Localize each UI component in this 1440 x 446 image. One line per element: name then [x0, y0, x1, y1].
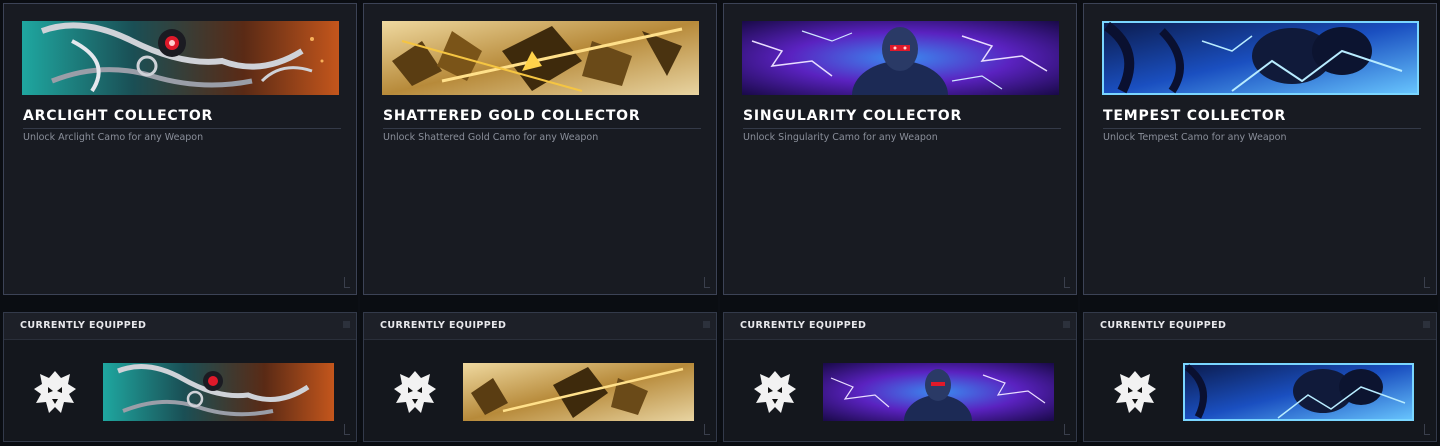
wolf-emblem-icon: [390, 369, 440, 419]
equipped-panel: CURRENTLY EQUIPPED: [363, 312, 717, 442]
equipped-label: CURRENTLY EQUIPPED: [380, 320, 507, 331]
collector-card-arclight[interactable]: ARCLIGHT COLLECTOR Unlock Arclight Camo …: [3, 3, 357, 295]
equipped-singularity-banner: [823, 363, 1054, 421]
equipped-header: CURRENTLY EQUIPPED: [1084, 313, 1436, 340]
card-title: TEMPEST COLLECTOR: [1103, 108, 1421, 129]
shattered-gold-banner-image: [382, 21, 699, 95]
header-marker: [343, 321, 350, 328]
corner-decoration: [344, 424, 350, 435]
corner-decoration: [1064, 424, 1070, 435]
collector-card-shattered-gold[interactable]: SHATTERED GOLD COLLECTOR Unlock Shattere…: [363, 3, 717, 295]
equipped-arclight-banner: [103, 363, 334, 421]
equipped-label: CURRENTLY EQUIPPED: [1100, 320, 1227, 331]
card-title: ARCLIGHT COLLECTOR: [23, 108, 341, 129]
wolf-emblem-icon: [1110, 369, 1160, 419]
equipped-panel: CURRENTLY EQUIPPED: [1083, 312, 1437, 442]
wolf-emblem-icon: [750, 369, 800, 419]
equipped-label: CURRENTLY EQUIPPED: [740, 320, 867, 331]
tempest-banner-image: [1102, 21, 1419, 95]
collector-column-tempest: TEMPEST COLLECTOR Unlock Tempest Camo fo…: [1080, 0, 1438, 446]
corner-decoration: [344, 277, 350, 288]
header-marker: [703, 321, 710, 328]
equipped-shattered-gold-banner: [463, 363, 694, 421]
equipped-header: CURRENTLY EQUIPPED: [724, 313, 1076, 340]
collector-column-shattered-gold: SHATTERED GOLD COLLECTOR Unlock Shattere…: [360, 0, 718, 446]
singularity-banner-image: [742, 21, 1059, 95]
corner-decoration: [1424, 277, 1430, 288]
arclight-banner-image: [22, 21, 339, 95]
wolf-emblem-icon: [30, 369, 80, 419]
corner-decoration: [1424, 424, 1430, 435]
card-title: SINGULARITY COLLECTOR: [743, 108, 1061, 129]
corner-decoration: [704, 424, 710, 435]
card-description: Unlock Singularity Camo for any Weapon: [743, 132, 938, 143]
equipped-panel: CURRENTLY EQUIPPED: [3, 312, 357, 442]
collector-card-singularity[interactable]: SINGULARITY COLLECTOR Unlock Singularity…: [723, 3, 1077, 295]
header-marker: [1423, 321, 1430, 328]
equipped-header: CURRENTLY EQUIPPED: [364, 313, 716, 340]
card-description: Unlock Arclight Camo for any Weapon: [23, 132, 204, 143]
equipped-label: CURRENTLY EQUIPPED: [20, 320, 147, 331]
equipped-panel: CURRENTLY EQUIPPED: [723, 312, 1077, 442]
card-title: SHATTERED GOLD COLLECTOR: [383, 108, 701, 129]
corner-decoration: [704, 277, 710, 288]
collector-card-tempest[interactable]: TEMPEST COLLECTOR Unlock Tempest Camo fo…: [1083, 3, 1437, 295]
collector-column-singularity: SINGULARITY COLLECTOR Unlock Singularity…: [720, 0, 1078, 446]
card-description: Unlock Shattered Gold Camo for any Weapo…: [383, 132, 599, 143]
equipped-tempest-banner: [1183, 363, 1414, 421]
equipped-header: CURRENTLY EQUIPPED: [4, 313, 356, 340]
card-description: Unlock Tempest Camo for any Weapon: [1103, 132, 1287, 143]
corner-decoration: [1064, 277, 1070, 288]
header-marker: [1063, 321, 1070, 328]
collector-column-arclight: ARCLIGHT COLLECTOR Unlock Arclight Camo …: [0, 0, 358, 446]
